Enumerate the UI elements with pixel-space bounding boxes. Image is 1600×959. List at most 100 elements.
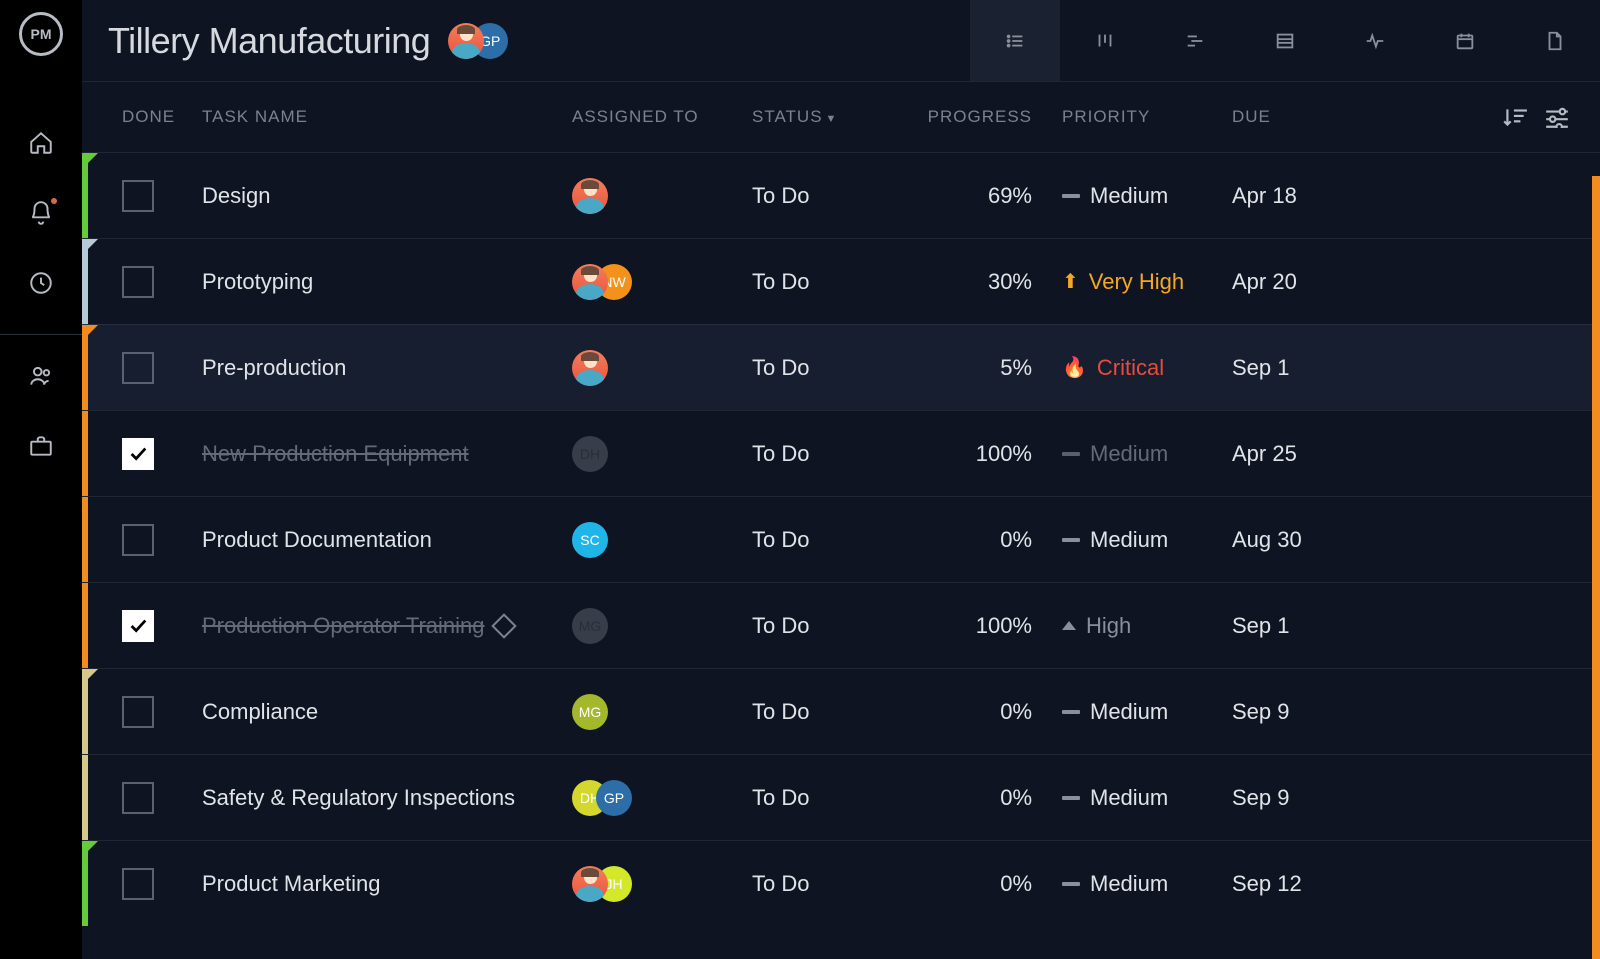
task-status[interactable]: To Do bbox=[752, 183, 912, 209]
avatar[interactable]: GP bbox=[596, 780, 632, 816]
task-priority[interactable]: Medium bbox=[1062, 785, 1232, 811]
task-progress: 100% bbox=[912, 441, 1062, 467]
task-status[interactable]: To Do bbox=[752, 871, 912, 897]
task-name[interactable]: Compliance bbox=[202, 699, 318, 725]
task-status[interactable]: To Do bbox=[752, 785, 912, 811]
filter-icon[interactable] bbox=[1544, 106, 1570, 128]
board-view-tab[interactable] bbox=[1060, 0, 1150, 81]
priority-medium-icon bbox=[1062, 710, 1080, 714]
task-priority[interactable]: High bbox=[1062, 613, 1232, 639]
task-name[interactable]: Product Documentation bbox=[202, 527, 432, 553]
task-priority[interactable]: Medium bbox=[1062, 527, 1232, 553]
assignees[interactable]: DHGP bbox=[572, 780, 752, 816]
assignees[interactable] bbox=[572, 350, 752, 386]
briefcase-icon[interactable] bbox=[28, 433, 54, 459]
task-name[interactable]: New Production Equipment bbox=[202, 441, 469, 467]
avatar[interactable] bbox=[448, 23, 484, 59]
avatar[interactable] bbox=[572, 178, 608, 214]
table-view-tab[interactable] bbox=[1240, 0, 1330, 81]
task-status[interactable]: To Do bbox=[752, 613, 912, 639]
task-name[interactable]: Pre-production bbox=[202, 355, 346, 381]
project-members[interactable]: GP bbox=[448, 23, 508, 59]
assignees[interactable] bbox=[572, 178, 752, 214]
done-checkbox[interactable] bbox=[122, 524, 154, 556]
col-name-header[interactable]: TASK NAME bbox=[202, 107, 572, 127]
done-checkbox[interactable] bbox=[122, 180, 154, 212]
task-priority[interactable]: 🔥Critical bbox=[1062, 355, 1232, 381]
task-priority[interactable]: Medium bbox=[1062, 441, 1232, 467]
task-priority[interactable]: ⬆Very High bbox=[1062, 269, 1232, 295]
assignees[interactable]: JH bbox=[572, 866, 752, 902]
task-row[interactable]: Production Operator TrainingMGTo Do100%H… bbox=[82, 582, 1600, 668]
done-checkbox[interactable] bbox=[122, 696, 154, 728]
task-name[interactable]: Design bbox=[202, 183, 270, 209]
assignees[interactable]: MG bbox=[572, 694, 752, 730]
avatar[interactable]: DH bbox=[572, 436, 608, 472]
recent-icon[interactable] bbox=[28, 270, 54, 296]
col-priority-header[interactable]: PRIORITY bbox=[1062, 107, 1232, 127]
col-status-header[interactable]: STATUS▼ bbox=[752, 107, 912, 127]
task-priority[interactable]: Medium bbox=[1062, 871, 1232, 897]
task-name[interactable]: Product Marketing bbox=[202, 871, 381, 897]
calendar-view-tab[interactable] bbox=[1420, 0, 1510, 81]
assignees[interactable]: MG bbox=[572, 608, 752, 644]
list-view-tab[interactable] bbox=[970, 0, 1060, 81]
avatar[interactable] bbox=[572, 866, 608, 902]
col-due-header[interactable]: DUE bbox=[1232, 107, 1362, 127]
assignees[interactable]: NW bbox=[572, 264, 752, 300]
task-due[interactable]: Sep 1 bbox=[1232, 613, 1362, 639]
task-due[interactable]: Apr 18 bbox=[1232, 183, 1362, 209]
task-name[interactable]: Production Operator Training bbox=[202, 613, 485, 639]
task-due[interactable]: Sep 12 bbox=[1232, 871, 1362, 897]
avatar[interactable] bbox=[572, 264, 608, 300]
home-icon[interactable] bbox=[28, 130, 54, 156]
avatar[interactable]: MG bbox=[572, 608, 608, 644]
task-status[interactable]: To Do bbox=[752, 355, 912, 381]
done-checkbox[interactable] bbox=[122, 610, 154, 642]
assignees[interactable]: SC bbox=[572, 522, 752, 558]
assignees[interactable]: DH bbox=[572, 436, 752, 472]
avatar[interactable]: MG bbox=[572, 694, 608, 730]
avatar[interactable] bbox=[572, 350, 608, 386]
notifications-icon[interactable] bbox=[28, 200, 54, 226]
app-logo[interactable]: PM bbox=[19, 12, 63, 56]
task-due[interactable]: Sep 9 bbox=[1232, 699, 1362, 725]
task-due[interactable]: Apr 25 bbox=[1232, 441, 1362, 467]
task-row[interactable]: Pre-productionTo Do5%🔥CriticalSep 1 bbox=[82, 324, 1600, 410]
task-status[interactable]: To Do bbox=[752, 699, 912, 725]
done-checkbox[interactable] bbox=[122, 266, 154, 298]
task-status[interactable]: To Do bbox=[752, 527, 912, 553]
done-checkbox[interactable] bbox=[122, 868, 154, 900]
gantt-view-tab[interactable] bbox=[1150, 0, 1240, 81]
col-done-header[interactable]: DONE bbox=[122, 107, 202, 127]
done-checkbox[interactable] bbox=[122, 352, 154, 384]
task-due[interactable]: Apr 20 bbox=[1232, 269, 1362, 295]
task-row[interactable]: Safety & Regulatory Inspections DHGPTo Do… bbox=[82, 754, 1600, 840]
task-due[interactable]: Sep 1 bbox=[1232, 355, 1362, 381]
file-view-tab[interactable] bbox=[1510, 0, 1600, 81]
sort-icon[interactable] bbox=[1502, 106, 1528, 128]
col-assigned-header[interactable]: ASSIGNED TO bbox=[572, 107, 752, 127]
done-checkbox[interactable] bbox=[122, 438, 154, 470]
task-name[interactable]: Safety & Regulatory Inspections bbox=[202, 785, 515, 811]
priority-label: Medium bbox=[1090, 699, 1168, 725]
task-name[interactable]: Prototyping bbox=[202, 269, 313, 295]
task-status[interactable]: To Do bbox=[752, 269, 912, 295]
activity-view-tab[interactable] bbox=[1330, 0, 1420, 81]
task-row[interactable]: ComplianceMGTo Do0%MediumSep 9 bbox=[82, 668, 1600, 754]
done-checkbox[interactable] bbox=[122, 782, 154, 814]
topbar: Tillery Manufacturing GP bbox=[82, 0, 1600, 82]
task-row[interactable]: PrototypingNWTo Do30%⬆Very HighApr 20 bbox=[82, 238, 1600, 324]
task-priority[interactable]: Medium bbox=[1062, 699, 1232, 725]
task-due[interactable]: Sep 9 bbox=[1232, 785, 1362, 811]
people-icon[interactable] bbox=[28, 363, 54, 389]
task-row[interactable]: Product MarketingJHTo Do0%MediumSep 12 bbox=[82, 840, 1600, 926]
task-row[interactable]: Product DocumentationSCTo Do0%MediumAug … bbox=[82, 496, 1600, 582]
avatar[interactable]: SC bbox=[572, 522, 608, 558]
task-status[interactable]: To Do bbox=[752, 441, 912, 467]
col-progress-header[interactable]: PROGRESS bbox=[912, 107, 1062, 127]
task-due[interactable]: Aug 30 bbox=[1232, 527, 1362, 553]
task-row[interactable]: New Production Equipment DH To Do100%Mediu… bbox=[82, 410, 1600, 496]
task-row[interactable]: DesignTo Do69%MediumApr 18 bbox=[82, 152, 1600, 238]
task-priority[interactable]: Medium bbox=[1062, 183, 1232, 209]
